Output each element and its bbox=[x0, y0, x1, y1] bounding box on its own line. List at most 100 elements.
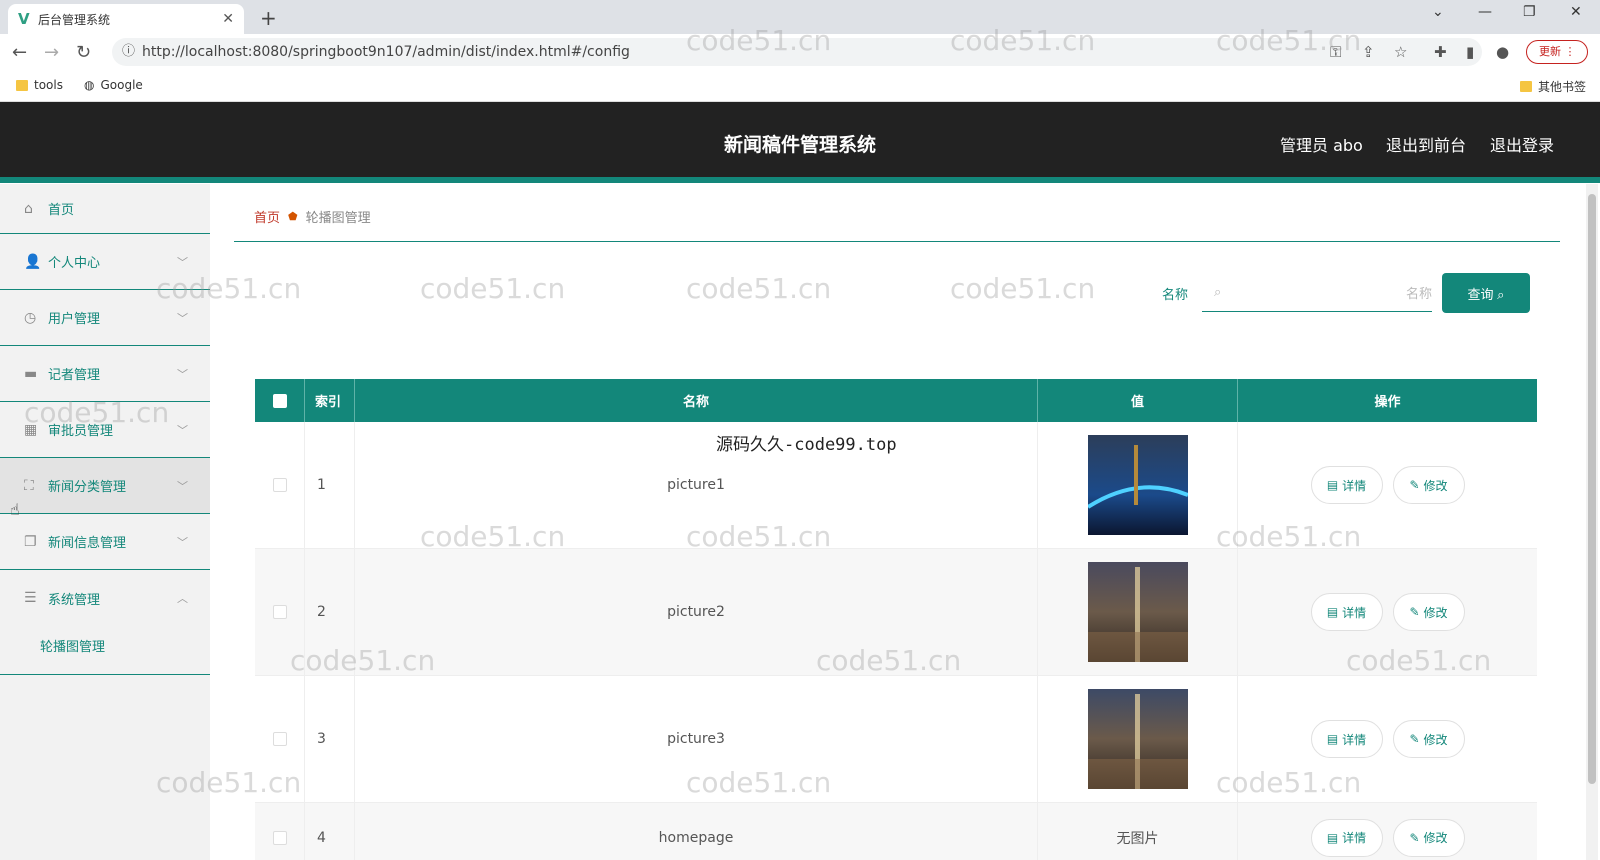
compass-icon: ◷ bbox=[24, 309, 37, 326]
reload-icon[interactable]: ↻ bbox=[76, 42, 91, 63]
back-icon[interactable]: ← bbox=[12, 42, 27, 63]
header-accent-line bbox=[0, 177, 1600, 183]
exit-to-front-link[interactable]: 退出到前台 bbox=[1386, 132, 1466, 156]
watermark: code51.cn bbox=[686, 272, 832, 305]
sidebar-item-approver-management[interactable]: ▦ 审批员管理 ﹀ bbox=[0, 402, 210, 458]
pencil-icon: ✎ bbox=[1409, 478, 1420, 492]
pencil-icon: ✎ bbox=[1409, 605, 1420, 619]
document-icon: ▤ bbox=[1326, 830, 1339, 845]
forward-icon[interactable]: → bbox=[44, 42, 59, 63]
update-button[interactable]: 更新 ⋮ bbox=[1526, 40, 1588, 64]
search-label: 名称 bbox=[1162, 288, 1189, 303]
breadcrumb-home[interactable]: 首页 bbox=[254, 207, 280, 226]
row-checkbox[interactable] bbox=[272, 605, 287, 619]
side-panel-icon[interactable]: ▮ bbox=[1466, 43, 1474, 61]
share-icon[interactable]: ⇪ bbox=[1362, 43, 1375, 61]
minimize-icon[interactable]: — bbox=[1478, 4, 1492, 20]
row-name: picture3 bbox=[355, 676, 1038, 802]
row-value bbox=[1038, 676, 1238, 802]
fullscreen-icon: ⛶ bbox=[24, 477, 34, 494]
row-name: homepage bbox=[355, 803, 1038, 860]
edit-button[interactable]: ✎ 修改 bbox=[1392, 818, 1465, 857]
sidebar-subitem-carousel[interactable]: 轮播图管理 bbox=[0, 625, 210, 675]
breadcrumb-current: 轮播图管理 bbox=[305, 211, 371, 226]
pencil-icon: ✎ bbox=[1409, 732, 1420, 746]
copy-icon: ❐ bbox=[24, 533, 37, 550]
sidebar-item-home[interactable]: ⌂ 首页 bbox=[0, 184, 210, 234]
bookmark-google[interactable]: ◍ Google bbox=[84, 78, 143, 92]
detail-button[interactable]: ▤ 详情 bbox=[1310, 466, 1383, 504]
close-tab-icon[interactable]: ✕ bbox=[222, 11, 234, 27]
bookmark-tools[interactable]: tools bbox=[16, 78, 63, 92]
site-info-icon[interactable]: ⓘ bbox=[122, 38, 135, 66]
url-field[interactable]: ⓘ http://localhost:8080/springboot9n107/… bbox=[112, 38, 1482, 66]
page-scrollbar[interactable] bbox=[1586, 184, 1598, 860]
scrollbar-thumb[interactable] bbox=[1588, 194, 1596, 784]
document-icon: ▤ bbox=[1326, 732, 1339, 746]
sidebar: ⌂ 首页 👤 个人中心 ﹀ ◷ 用户管理 ﹀ ▬ 记者管理 ﹀ ▦ 审批员管理 … bbox=[0, 184, 210, 860]
detail-button[interactable]: ▤ 详情 bbox=[1310, 720, 1383, 758]
search-button[interactable]: 查询 ⌕ bbox=[1442, 273, 1530, 313]
column-header-index: 索引 bbox=[305, 379, 355, 422]
chevron-down-icon: ﹀ bbox=[177, 255, 188, 269]
select-all-checkbox[interactable] bbox=[272, 393, 287, 408]
document-icon: ▤ bbox=[1326, 478, 1339, 492]
other-bookmarks[interactable]: 其他书签 bbox=[1520, 78, 1586, 95]
chevron-up-icon: ︿ bbox=[177, 592, 188, 605]
detail-button[interactable]: ▤ 详情 bbox=[1310, 818, 1383, 857]
row-checkbox[interactable] bbox=[272, 830, 287, 845]
app-header: 新闻稿件管理系统 管理员 abo 退出到前台 退出登录 bbox=[0, 102, 1600, 183]
carousel-thumbnail-image[interactable] bbox=[1087, 562, 1188, 662]
user-icon: 👤 bbox=[24, 253, 42, 270]
folder-icon bbox=[16, 79, 28, 91]
search-input-icon: ⌕ bbox=[1214, 285, 1222, 300]
edit-button[interactable]: ✎ 修改 bbox=[1392, 593, 1465, 631]
document-icon: ▤ bbox=[1326, 605, 1339, 619]
carousel-thumbnail-image[interactable] bbox=[1087, 689, 1188, 789]
pencil-icon: ✎ bbox=[1409, 830, 1420, 845]
edit-button[interactable]: ✎ 修改 bbox=[1392, 720, 1465, 758]
close-window-icon[interactable]: ✕ bbox=[1570, 4, 1582, 20]
restore-icon[interactable]: ❐ bbox=[1523, 4, 1536, 20]
column-header-actions: 操作 bbox=[1374, 395, 1401, 410]
column-header-name: 名称 bbox=[355, 379, 1038, 422]
extensions-icon[interactable]: ✚ bbox=[1434, 43, 1447, 61]
sidebar-item-user-management[interactable]: ◷ 用户管理 ﹀ bbox=[0, 290, 210, 346]
row-checkbox[interactable] bbox=[272, 732, 287, 746]
row-value bbox=[1038, 549, 1238, 675]
table-header: 索引 名称 值 操作 bbox=[255, 379, 1537, 422]
vue-logo-icon: V bbox=[18, 10, 30, 28]
profile-icon[interactable]: ● bbox=[1496, 43, 1509, 61]
browser-tab[interactable]: V 后台管理系统 ✕ bbox=[8, 4, 244, 34]
row-checkbox[interactable] bbox=[272, 478, 287, 492]
table-row: 2 picture2 ▤ 详情 ✎ 修改 bbox=[255, 549, 1537, 676]
watermark: code51.cn bbox=[420, 272, 566, 305]
row-index: 4 bbox=[305, 803, 355, 860]
row-value: 无图片 bbox=[1038, 803, 1238, 860]
tab-search-icon[interactable]: ⌄ bbox=[1432, 4, 1444, 20]
watermark: code51.cn bbox=[950, 272, 1096, 305]
sidebar-item-news-category[interactable]: ⛶ 新闻分类管理 ﹀ bbox=[0, 458, 210, 514]
search-input[interactable] bbox=[1202, 276, 1432, 312]
chevron-down-icon: ﹀ bbox=[177, 479, 188, 493]
bookmark-star-icon[interactable]: ☆ bbox=[1394, 43, 1407, 61]
sidebar-item-reporter-management[interactable]: ▬ 记者管理 ﹀ bbox=[0, 346, 210, 402]
carousel-thumbnail-image[interactable] bbox=[1087, 435, 1188, 535]
row-actions: ▤ 详情 ✎ 修改 bbox=[1238, 803, 1537, 860]
chevron-down-icon: ﹀ bbox=[177, 535, 188, 549]
search-icon: ⌕ bbox=[1497, 286, 1505, 302]
table-row: 3 picture3 ▤ 详情 ✎ 修改 bbox=[255, 676, 1537, 803]
new-tab-icon[interactable]: + bbox=[260, 6, 277, 30]
logout-link[interactable]: 退出登录 bbox=[1490, 132, 1554, 156]
edit-button[interactable]: ✎ 修改 bbox=[1392, 466, 1465, 504]
sidebar-item-news-info[interactable]: ❐ 新闻信息管理 ﹀ bbox=[0, 514, 210, 570]
detail-button[interactable]: ▤ 详情 bbox=[1310, 593, 1383, 631]
row-value bbox=[1038, 422, 1238, 548]
chevron-down-icon: ﹀ bbox=[177, 367, 188, 381]
hand-cursor-icon: ☝ bbox=[10, 500, 20, 519]
globe-icon: ◍ bbox=[84, 78, 95, 92]
sidebar-item-system[interactable]: ☰ 系统管理 ︿ bbox=[0, 570, 210, 626]
sidebar-item-personal-center[interactable]: 👤 个人中心 ﹀ bbox=[0, 234, 210, 290]
key-icon[interactable]: ⚿ bbox=[1330, 43, 1341, 61]
bookmarks-bar: tools ◍ Google 其他书签 bbox=[0, 70, 1600, 102]
